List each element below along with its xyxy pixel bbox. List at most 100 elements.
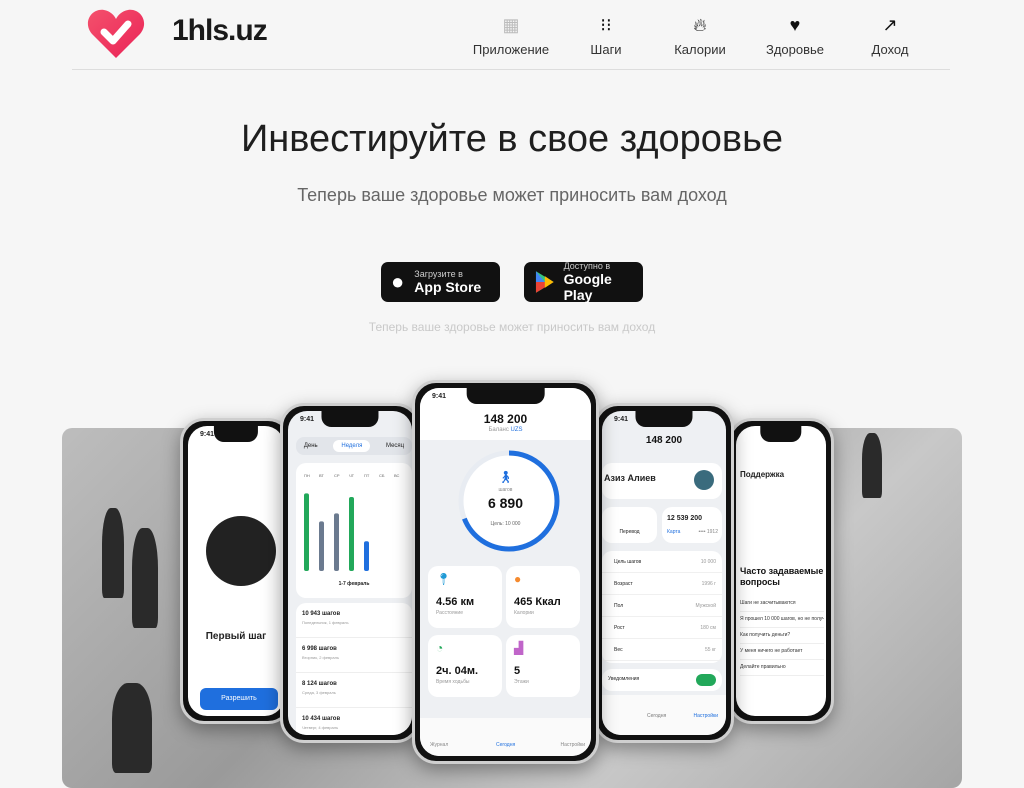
balance: 148 200 [645, 435, 683, 446]
store-big: App Store [414, 279, 482, 295]
settings-row[interactable]: Вес 55 кг [602, 639, 722, 661]
onboarding-illustration [206, 516, 276, 586]
heart-icon: ♥ [789, 15, 801, 35]
row-label: Цель шагов [614, 558, 642, 565]
steps: 8 124 шагов [302, 681, 337, 687]
faq-item[interactable]: Шаги не засчитываются [740, 596, 824, 612]
steps-count: 6 890 [487, 495, 524, 511]
tab-today[interactable]: Сегодня [647, 713, 666, 719]
stat-tile[interactable]: 📍︎ 4.56 км Расстояние [428, 566, 502, 628]
tile-value: 465 Ккал [514, 596, 561, 608]
row-value: 55 кг [705, 646, 716, 653]
nav-app[interactable]: ▦ Приложение [466, 12, 556, 57]
tile-label: Расстояние [436, 610, 464, 616]
nav-calories[interactable]: 🔥︎ Калории [655, 12, 745, 57]
tab-settings[interactable]: Настройки [560, 742, 585, 748]
segment-week[interactable]: Неделя [333, 440, 371, 452]
currency: UZS [510, 427, 523, 433]
transfer-button[interactable]: Перевод [602, 507, 657, 543]
hero-note: Теперь ваше здоровье может приносить вам… [368, 320, 656, 334]
steps: 10 943 шагов [302, 611, 341, 617]
tab-today[interactable]: Сегодня [496, 742, 515, 748]
map-pin-icon: 📍︎ [436, 572, 452, 586]
history-item[interactable]: 10 434 шагов Четверг, 4 февраль [296, 708, 412, 735]
status-time: 9:41 [300, 416, 315, 423]
settings-row[interactable]: Пол Мужской [602, 595, 722, 617]
nav-health[interactable]: ♥ Здоровье [750, 12, 840, 57]
balance-label: Баланс [488, 427, 509, 433]
allow-button[interactable]: Разрешить [200, 688, 278, 710]
settings-row[interactable]: Цель шагов 10 000 [602, 551, 722, 573]
stat-tile[interactable]: ▟ 5 Этажи [506, 635, 580, 697]
nav-label: Калории [674, 42, 726, 57]
notifications-toggle[interactable] [696, 674, 716, 686]
faq-item[interactable]: У меня ничего не работает [740, 644, 824, 660]
footprints-icon: ⁝⁝ [600, 15, 612, 35]
google-play-button[interactable]: Доступно в Google Play [524, 261, 643, 303]
nav-income[interactable]: ↗ Доход [845, 12, 935, 57]
stairs-icon: ▟ [514, 641, 524, 655]
period-segmented: День Неделя Месяц [296, 437, 412, 455]
row-value: 10 000 [700, 558, 716, 565]
tile-value: 4.56 км [436, 596, 475, 608]
profile-settings: Цель шагов 10 000 Возраст 1996 г Пол Мужской Р… [602, 551, 722, 663]
nav-label: Приложение [472, 42, 550, 57]
nav-label: Доход [871, 42, 909, 57]
tile-label: Калории [514, 610, 534, 616]
segment-day[interactable]: День [304, 443, 318, 449]
faq-item[interactable]: Я прошел 10 000 шагов, но не получил [740, 612, 824, 628]
status-time: 9:41 [200, 431, 215, 438]
phone-today: 9:41 148 200 Баланс UZS 🚶︎ шагов 6 890 Ц… [412, 380, 599, 764]
tab-settings[interactable]: Настройки [693, 713, 718, 719]
history-item[interactable]: 8 124 шагов Среда, 3 февраль [296, 673, 412, 708]
stat-tile[interactable]: ● 465 Ккал Калории [506, 566, 580, 628]
hero-title: Инвестируйте в свое здоровье [240, 118, 784, 160]
settings-row[interactable]: Возраст 1996 г [602, 573, 722, 595]
steps: 6 998 шагов [302, 646, 337, 652]
phone-history: 9:41 День Неделя Месяц ПН ВТ СР ЧТ ПТ СБ ВС 1-… [280, 403, 420, 743]
history-item[interactable]: 10 943 шагов Понедельник, 1 февраль [296, 603, 412, 638]
row-value: 1996 г [701, 580, 716, 587]
range-label: 1-7 февраль [338, 581, 370, 587]
history-item[interactable]: 6 998 шагов Вторник, 2 февраль [296, 638, 412, 673]
phone-onboarding: 9:41 Первый шаг Разрешить [180, 418, 292, 724]
card-mask: •••• 1912 [698, 529, 718, 535]
row-label: Пол [614, 602, 624, 609]
brand-name[interactable]: 1hls.uz [172, 14, 268, 48]
day-label: СР [334, 473, 340, 478]
bar [319, 521, 324, 571]
flame-icon: ● [514, 572, 522, 586]
logo-heart-icon[interactable] [86, 8, 146, 60]
faq-item[interactable]: Делайте правильно [740, 660, 824, 676]
faq-item[interactable]: Как получить деньги? [740, 628, 824, 644]
settings-row[interactable]: Рост 180 см [602, 617, 722, 639]
day-label: ЧТ [349, 473, 355, 478]
stat-tile[interactable]: ◔ 2ч. 04м. Время ходьбы [428, 635, 502, 697]
support-title: Поддержка [740, 470, 785, 479]
faq-list: Шаги не засчитываются Я прошел 10 000 шаг… [740, 596, 824, 676]
history-list: 10 943 шагов Понедельник, 1 февраль 6 998 … [296, 603, 412, 735]
store-small: Загрузите в [414, 269, 463, 279]
walker-icon: 🚶︎ [497, 470, 514, 484]
bar [364, 541, 369, 571]
apple-icon: ● [391, 269, 405, 294]
trending-up-icon: ↗ [882, 15, 898, 35]
day-label: СБ [379, 473, 385, 478]
row-value: Мужской [695, 602, 716, 609]
nav-steps[interactable]: ⁝⁝ Шаги [561, 12, 651, 57]
hero-subtitle: Теперь ваше здоровье может приносить вам… [297, 185, 727, 205]
bar [334, 513, 339, 571]
tab-journal[interactable]: Журнал [430, 742, 448, 748]
profile-card[interactable]: Азиз Алиев [602, 463, 722, 499]
app-store-button[interactable]: ● Загрузите в App Store [381, 262, 500, 302]
tile-label: Время ходьбы [436, 679, 470, 685]
flame-icon: 🔥︎ [693, 15, 707, 35]
phone-profile: 9:41 148 200 Азиз Алиев Перевод 12 539 2… [594, 403, 734, 743]
tab-bar: Сегодня Настройки [602, 695, 726, 735]
nav-label: Шаги [590, 42, 622, 57]
bank-card[interactable]: 12 539 200 Карта •••• 1912 [662, 507, 722, 543]
notifications-label: Уведомления [608, 676, 640, 682]
notifications-row[interactable]: Уведомления [602, 669, 722, 691]
tile-value: 5 [514, 665, 521, 677]
segment-month[interactable]: Месяц [386, 443, 404, 449]
